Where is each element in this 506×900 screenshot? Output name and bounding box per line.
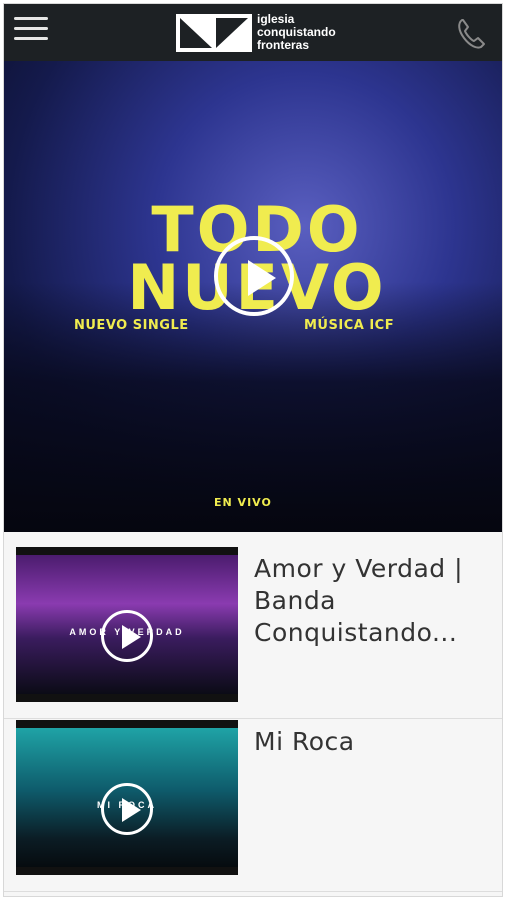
video-title[interactable]: Mi Roca (254, 726, 492, 758)
hero-subtitle-left: NUEVO SINGLE (74, 318, 189, 333)
play-icon[interactable] (214, 236, 294, 316)
play-icon[interactable] (101, 610, 153, 662)
logo-text: iglesia conquistando fronteras (257, 13, 336, 52)
video-thumbnail[interactable]: MI ROCA (16, 720, 238, 875)
logo-mark (176, 13, 252, 52)
phone-icon[interactable] (452, 14, 490, 52)
app-header: iglesia conquistando fronteras (4, 4, 502, 61)
play-icon[interactable] (101, 783, 153, 835)
video-list-item[interactable]: MI ROCA Mi Roca (4, 720, 502, 892)
hero-subtitle-right: MÚSICA ICF (304, 318, 395, 333)
video-title[interactable]: Amor y Verdad | Banda Conquistando... (254, 553, 492, 649)
video-list-item[interactable]: AMOR Y VERDAD Amor y Verdad | Banda Conq… (4, 547, 502, 719)
app-frame: iglesia conquistando fronteras TODO NUEV… (3, 3, 503, 897)
featured-video[interactable]: TODO NUEVO NUEVO SINGLE MÚSICA ICF EN VI… (4, 61, 502, 532)
hamburger-menu-icon[interactable] (14, 17, 48, 47)
logo: iglesia conquistando fronteras (176, 12, 336, 53)
video-thumbnail[interactable]: AMOR Y VERDAD (16, 547, 238, 702)
hero-footer-label: EN VIVO (214, 496, 272, 509)
logo-text-line3: fronteras (257, 38, 310, 52)
